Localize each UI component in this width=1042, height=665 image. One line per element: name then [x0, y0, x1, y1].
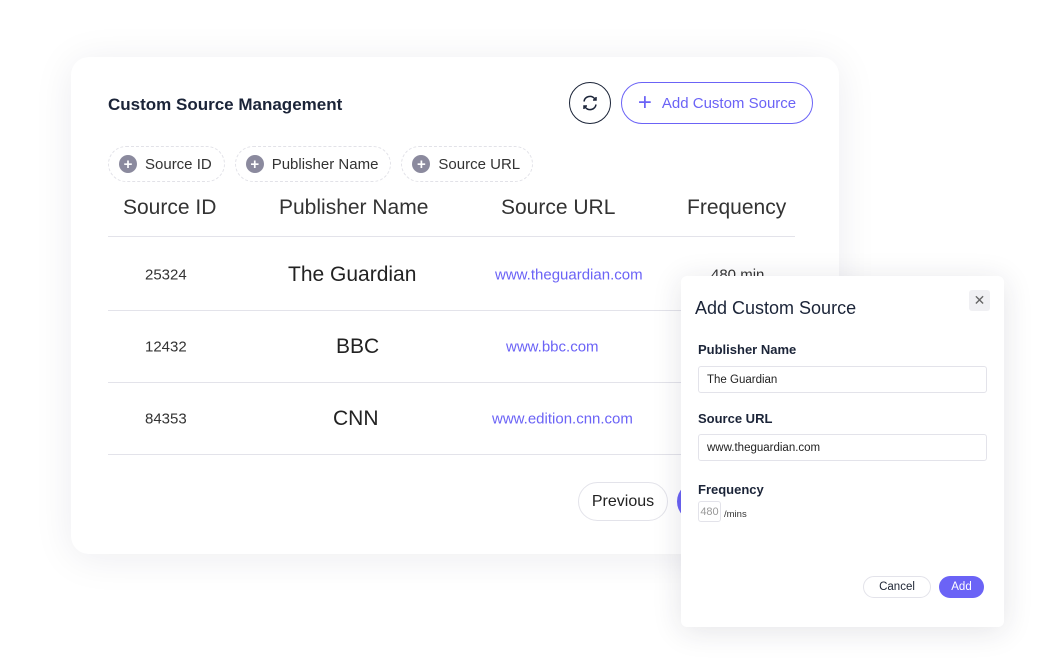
publisher-name-input[interactable]: The Guardian: [698, 366, 987, 393]
plus-circle-icon: +: [119, 155, 137, 173]
source-id: 12432: [145, 338, 187, 355]
frequency-label: Frequency: [698, 482, 764, 497]
page-title: Custom Source Management: [108, 95, 343, 114]
source-id: 84353: [145, 410, 187, 427]
source-url-link[interactable]: www.edition.cnn.com: [492, 410, 633, 427]
column-header: Frequency: [687, 196, 787, 219]
close-button[interactable]: ✕: [969, 290, 990, 311]
source-url-label: Source URL: [698, 411, 773, 426]
frequency-unit: /mins: [724, 509, 747, 520]
cancel-button[interactable]: Cancel: [863, 576, 931, 598]
frequency-input[interactable]: 480: [698, 501, 721, 522]
publisher-name: CNN: [333, 406, 379, 430]
filter-chip-publisher-name[interactable]: + Publisher Name: [234, 146, 392, 182]
publisher-name-label: Publisher Name: [698, 342, 797, 357]
refresh-icon: [583, 95, 597, 111]
source-url-link[interactable]: www.bbc.com: [506, 338, 599, 355]
column-header: Source URL: [501, 196, 616, 219]
modal-title: Add Custom Source: [695, 298, 857, 318]
table-header: Source ID Publisher Name Source URL Freq…: [108, 190, 795, 237]
publisher-name: The Guardian: [288, 262, 417, 286]
source-url-link[interactable]: www.theguardian.com: [495, 266, 643, 283]
source-url-input[interactable]: www.theguardian.com: [698, 434, 987, 461]
add-button[interactable]: Add: [939, 576, 984, 598]
source-id: 25324: [145, 266, 187, 283]
filter-chip-source-id[interactable]: + Source ID: [108, 146, 225, 182]
column-header: Publisher Name: [279, 196, 429, 219]
plus-icon: +: [637, 89, 652, 116]
chip-label: Source URL: [438, 155, 521, 173]
chip-label: Source ID: [145, 155, 212, 173]
column-header: Source ID: [123, 196, 217, 219]
plus-circle-icon: +: [412, 155, 431, 173]
close-icon: ✕: [973, 292, 986, 308]
refresh-button[interactable]: [569, 82, 611, 124]
add-custom-source-button[interactable]: + Add Custom Source: [621, 82, 813, 124]
previous-button[interactable]: Previous: [578, 482, 668, 521]
plus-circle-icon: +: [245, 155, 264, 173]
filter-chip-source-url[interactable]: + Source URL: [401, 146, 534, 182]
publisher-name: BBC: [336, 334, 380, 358]
add-button-label: Add Custom Source: [661, 94, 797, 112]
chip-label: Publisher Name: [271, 155, 379, 173]
add-custom-source-modal: Add Custom Source ✕ Publisher Name The G…: [681, 276, 1004, 627]
